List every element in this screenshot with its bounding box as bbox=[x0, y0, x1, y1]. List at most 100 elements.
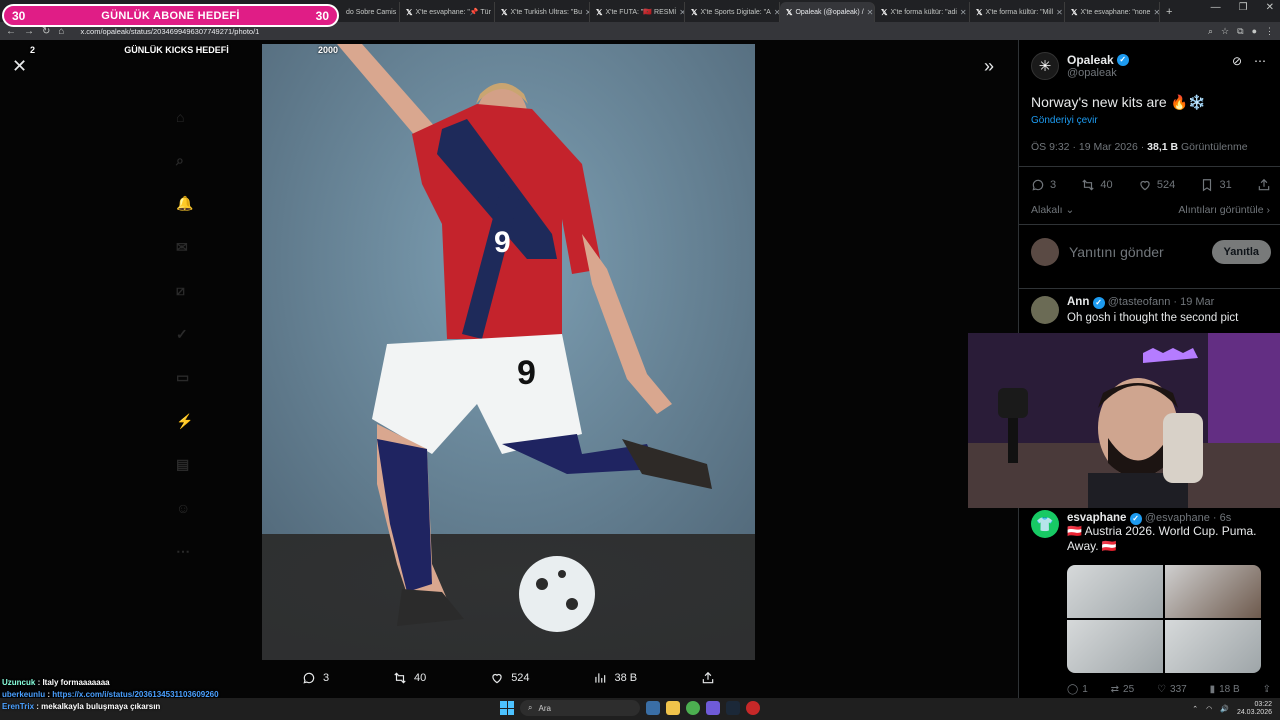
avatar[interactable]: ✳ bbox=[1031, 52, 1059, 80]
steam-icon[interactable] bbox=[726, 701, 740, 715]
goal-target: 30 bbox=[315, 8, 329, 23]
collapse-panel-button[interactable]: » bbox=[984, 56, 994, 77]
tweet-views-label: Görüntülenme bbox=[1181, 141, 1248, 153]
url-field[interactable]: x.com/opaleak/status/2034699496307749271… bbox=[80, 27, 259, 36]
browser-tab[interactable]: 𝕏X'te esvaphane: "📌 Tür✕ bbox=[400, 2, 495, 22]
goal-current: 30 bbox=[12, 8, 26, 23]
discord-icon[interactable] bbox=[706, 701, 720, 715]
avatar[interactable]: 👕 bbox=[1031, 510, 1059, 538]
close-photo-button[interactable]: ✕ bbox=[12, 56, 27, 77]
shorts-number: 9 bbox=[517, 354, 536, 392]
chat-text: mekalkayla buluşmaya çıkarsın bbox=[41, 702, 161, 711]
share-icon: ⇪ bbox=[1262, 684, 1271, 695]
browser-tab[interactable]: 𝕏 X'te forma kültür: "Mill ✕ bbox=[970, 2, 1065, 22]
browser-tab[interactable]: 𝕏 X'te esvaphane: "none ✕ bbox=[1065, 2, 1160, 22]
x-logo-icon: 𝕏 bbox=[501, 7, 508, 17]
browser-tab[interactable]: 𝕏X'te Turkish Ultras: "Bu✕ bbox=[495, 2, 590, 22]
search-icon: ⌕ bbox=[528, 703, 533, 712]
share-button[interactable] bbox=[701, 671, 715, 685]
new-tab-button[interactable]: + bbox=[1160, 2, 1178, 22]
wifi-icon[interactable]: ◠ bbox=[1206, 705, 1212, 713]
system-tray: ⌃ ◠ 🔊 03:22 24.03.2026 bbox=[1192, 701, 1272, 717]
related-dropdown[interactable]: Alakalı ⌄ bbox=[1031, 204, 1074, 216]
tweet-text: Norway's new kits are 🔥❄️ bbox=[1031, 94, 1206, 110]
quotes-label: Alıntıları görüntüle bbox=[1178, 204, 1264, 216]
views-button[interactable]: 38 B bbox=[593, 671, 637, 685]
verified-badge-icon: ✓ bbox=[1116, 54, 1129, 66]
profile-icon[interactable]: ● bbox=[1252, 26, 1257, 37]
taskbar-search[interactable]: ⌕ Ara bbox=[520, 700, 640, 716]
reply-count: 1 bbox=[1082, 684, 1088, 695]
media-thumbnail[interactable] bbox=[1067, 620, 1163, 673]
tray-chevron-icon[interactable]: ⌃ bbox=[1192, 705, 1198, 713]
tweet-item-media-grid[interactable] bbox=[1067, 565, 1261, 673]
reply-header: Ann ✓ @tasteofann · 19 Mar bbox=[1067, 296, 1238, 309]
close-icon[interactable]: ✕ bbox=[867, 8, 874, 17]
file-explorer-icon[interactable] bbox=[666, 701, 680, 715]
views-button[interactable]: ▮ 18 B bbox=[1210, 684, 1240, 695]
divider bbox=[1019, 224, 1280, 225]
close-icon[interactable]: ✕ bbox=[960, 8, 967, 17]
menu-icon[interactable]: ⋮ bbox=[1265, 26, 1274, 37]
bookmark-button[interactable]: 31 bbox=[1200, 178, 1232, 192]
like-button[interactable]: ♡ 337 bbox=[1157, 684, 1187, 695]
browser-tab[interactable]: do Sobre Camis bbox=[340, 2, 400, 22]
more-options-icon[interactable]: ⋯ bbox=[1254, 54, 1266, 68]
repost-button[interactable]: 40 bbox=[1081, 178, 1113, 192]
bookmark-star-icon[interactable]: ☆ bbox=[1221, 26, 1229, 37]
maximize-icon[interactable]: ❐ bbox=[1239, 2, 1248, 13]
reply-button[interactable]: 3 bbox=[1031, 178, 1056, 192]
reply-item[interactable]: Ann ✓ @tasteofann · 19 Mar Oh gosh i tho… bbox=[1031, 296, 1238, 324]
obs-icon[interactable] bbox=[746, 701, 760, 715]
extensions-icon[interactable]: ⧉ bbox=[1237, 26, 1243, 37]
avatar[interactable] bbox=[1031, 296, 1059, 324]
taskbar-clock[interactable]: 03:22 24.03.2026 bbox=[1237, 701, 1272, 717]
view-quotes-link[interactable]: Alıntıları görüntüle › bbox=[1178, 204, 1270, 216]
taskbar-apps: ⌕ Ara bbox=[500, 700, 760, 716]
browser-tab[interactable]: 𝕏X'te FUTA: "🇲🇦 RESMİ✕ bbox=[590, 2, 685, 22]
tweet-item[interactable]: 👕 esvaphane ✓ @esvaphane · 6s 🇦🇹 Austria… bbox=[1031, 510, 1271, 554]
volume-icon[interactable]: 🔊 bbox=[1220, 705, 1229, 713]
tweet-top-actions: ⊘ ⋯ bbox=[1232, 54, 1266, 68]
chrome-icon[interactable] bbox=[686, 701, 700, 715]
like-button[interactable]: 524 bbox=[1138, 178, 1175, 192]
divider bbox=[1019, 288, 1280, 289]
reply-input[interactable]: Yanıtını gönder bbox=[1069, 244, 1202, 260]
share-button[interactable] bbox=[1257, 178, 1271, 192]
chat-user: Uzuncuk bbox=[2, 678, 36, 687]
media-thumbnail[interactable] bbox=[1165, 565, 1261, 618]
share-button[interactable]: ⇪ bbox=[1263, 684, 1271, 695]
task-view-icon[interactable] bbox=[646, 701, 660, 715]
bg-nav-item: ⌕ bbox=[176, 151, 184, 168]
taskbar-search-label: Ara bbox=[538, 703, 551, 713]
grok-icon[interactable]: ⊘ bbox=[1232, 54, 1242, 68]
tab-label: X'te esvaphane: "📌 Tür bbox=[415, 9, 491, 16]
repost-button[interactable]: ⇄ 25 bbox=[1111, 684, 1135, 695]
browser-tab-active[interactable]: 𝕏 Opaleak (@opaleak) / ✕ bbox=[780, 2, 875, 22]
reply-button[interactable]: ◯ 1 bbox=[1067, 684, 1088, 695]
tweet-time[interactable]: ÖS 9:32 · 19 Mar 2026 · bbox=[1031, 141, 1144, 153]
avatar[interactable] bbox=[1031, 238, 1059, 266]
close-window-icon[interactable]: ✕ bbox=[1266, 2, 1274, 13]
back-icon[interactable]: ← bbox=[6, 26, 16, 37]
tweet-photo[interactable]: 9 9 bbox=[262, 44, 755, 660]
close-icon[interactable]: ✕ bbox=[1056, 8, 1063, 17]
media-thumbnail[interactable] bbox=[1165, 620, 1261, 673]
zoom-icon[interactable]: ⌕ bbox=[1208, 26, 1213, 37]
browser-tab[interactable]: 𝕏 X'te forma kültür: "adi ✕ bbox=[875, 2, 970, 22]
share-icon bbox=[1258, 178, 1270, 191]
home-icon[interactable]: ⌂ bbox=[58, 26, 64, 37]
reload-icon[interactable]: ↻ bbox=[42, 26, 50, 37]
windows-start-icon[interactable] bbox=[500, 701, 514, 715]
player-illustration: 9 9 bbox=[262, 44, 755, 660]
tab-label: X'te forma kültür: "adi bbox=[890, 8, 957, 16]
minimize-icon[interactable]: — bbox=[1211, 2, 1221, 13]
chat-link[interactable]: https://x.com/i/status/20361345311036092… bbox=[52, 690, 218, 699]
media-thumbnail[interactable] bbox=[1067, 565, 1163, 618]
like-button[interactable]: 524 bbox=[490, 671, 530, 685]
browser-tab[interactable]: 𝕏 X'te Sports Digitale: "A ✕ bbox=[685, 2, 780, 22]
reply-submit-button[interactable]: Yanıtla bbox=[1211, 240, 1271, 264]
forward-icon[interactable]: → bbox=[24, 26, 34, 37]
translate-link[interactable]: Gönderiyi çevir bbox=[1031, 115, 1098, 126]
tweet-author[interactable]: ✳ Opaleak ✓ @opaleak bbox=[1031, 52, 1129, 80]
